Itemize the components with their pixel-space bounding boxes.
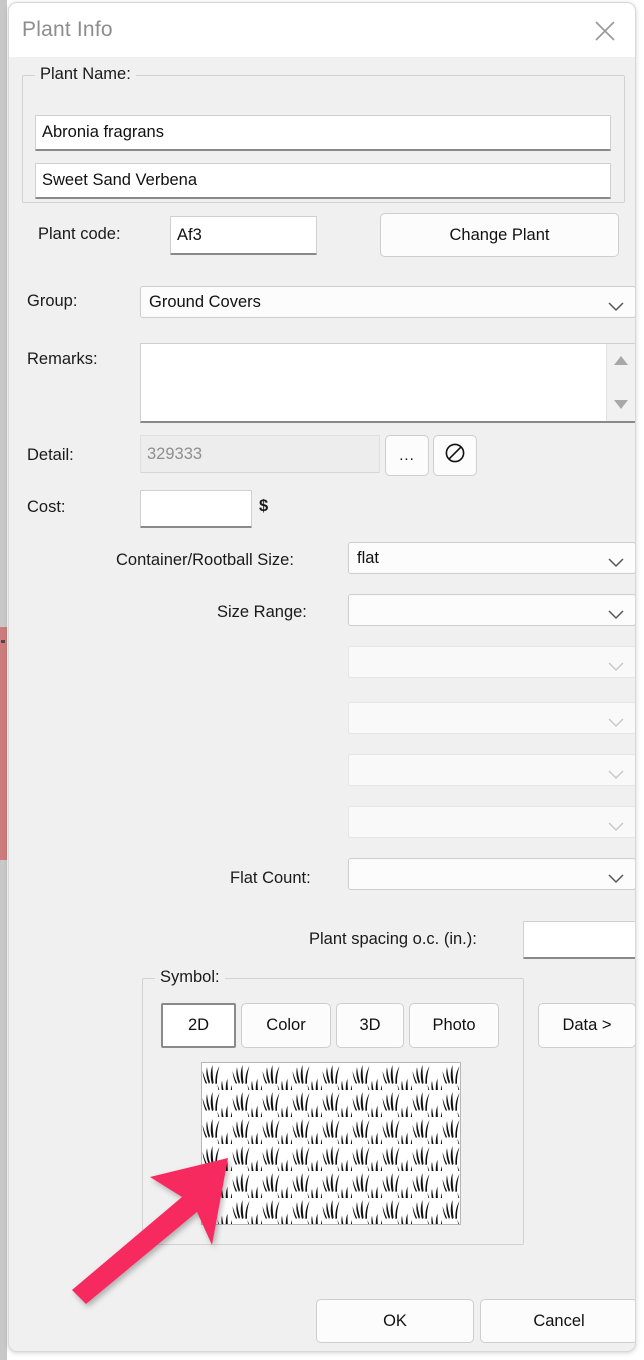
plant-code-field[interactable]: Af3	[170, 216, 317, 255]
remarks-label: Remarks:	[27, 350, 98, 368]
chevron-down-icon	[608, 766, 624, 785]
background-window-strip-red	[0, 627, 7, 860]
flat-count-dropdown[interactable]	[348, 858, 635, 890]
extra-dropdown-1	[348, 646, 635, 678]
tab-photo[interactable]: Photo	[409, 1003, 499, 1048]
plant-name-legend: Plant Name:	[35, 65, 136, 84]
cost-currency-symbol: $	[259, 497, 269, 515]
extra-dropdown-2	[348, 702, 635, 734]
flat-count-label: Flat Count:	[230, 869, 311, 887]
chevron-down-icon	[608, 818, 624, 837]
ok-button[interactable]: OK	[316, 1299, 474, 1343]
remarks-textarea[interactable]	[140, 343, 635, 423]
tab-3d[interactable]: 3D	[336, 1003, 404, 1048]
dialog-title: Plant Info	[22, 18, 113, 41]
plant-spacing-field[interactable]	[523, 921, 635, 959]
cost-field[interactable]	[140, 490, 252, 528]
size-range-dropdown[interactable]	[348, 594, 635, 626]
remarks-scrollbar[interactable]	[606, 344, 635, 421]
change-plant-button[interactable]: Change Plant	[380, 213, 619, 257]
tab-color[interactable]: Color	[241, 1003, 331, 1048]
extra-dropdown-3	[348, 754, 635, 786]
background-window-tick	[1, 640, 5, 643]
symbol-preview[interactable]	[201, 1062, 461, 1225]
plant-code-label: Plant code:	[38, 225, 121, 243]
group-dropdown-value: Ground Covers	[149, 292, 261, 311]
detail-field: 329333	[140, 435, 380, 473]
cost-label: Cost:	[27, 498, 66, 516]
chevron-down-icon	[608, 658, 624, 677]
chevron-down-icon	[608, 298, 624, 317]
plant-info-dialog: Plant Info Plant Name: Abronia fragrans …	[8, 2, 636, 1352]
no-entry-icon	[444, 442, 466, 469]
chevron-down-icon	[608, 714, 624, 733]
size-range-label: Size Range:	[217, 603, 307, 621]
background-window-strip-top	[0, 0, 7, 627]
symbol-legend: Symbol:	[155, 968, 225, 987]
detail-label: Detail:	[27, 446, 74, 464]
chevron-down-icon	[608, 554, 624, 573]
group-dropdown[interactable]: Ground Covers	[140, 286, 635, 318]
container-size-dropdown[interactable]: flat	[348, 542, 635, 574]
data-button[interactable]: Data >	[538, 1003, 635, 1048]
detail-browse-button[interactable]: ...	[385, 435, 429, 476]
grass-tuft-hatch-pattern	[202, 1063, 460, 1224]
extra-dropdown-4	[348, 806, 635, 838]
chevron-down-icon	[608, 606, 624, 625]
background-window-strip-bottom	[0, 860, 7, 1360]
cancel-button[interactable]: Cancel	[480, 1299, 635, 1343]
detail-clear-button[interactable]	[433, 435, 477, 476]
botanical-name-field[interactable]: Abronia fragrans	[35, 115, 611, 151]
container-size-value: flat	[357, 548, 380, 567]
chevron-down-icon	[608, 870, 624, 889]
close-icon[interactable]	[583, 11, 627, 49]
scroll-down-icon[interactable]	[614, 400, 628, 409]
tab-2d[interactable]: 2D	[161, 1003, 236, 1048]
scroll-up-icon[interactable]	[614, 356, 628, 365]
group-label: Group:	[27, 292, 78, 310]
dialog-titlebar: Plant Info	[9, 3, 635, 57]
common-name-field[interactable]: Sweet Sand Verbena	[35, 163, 611, 199]
container-size-label: Container/Rootball Size:	[116, 551, 294, 569]
plant-spacing-label: Plant spacing o.c. (in.):	[309, 930, 477, 948]
